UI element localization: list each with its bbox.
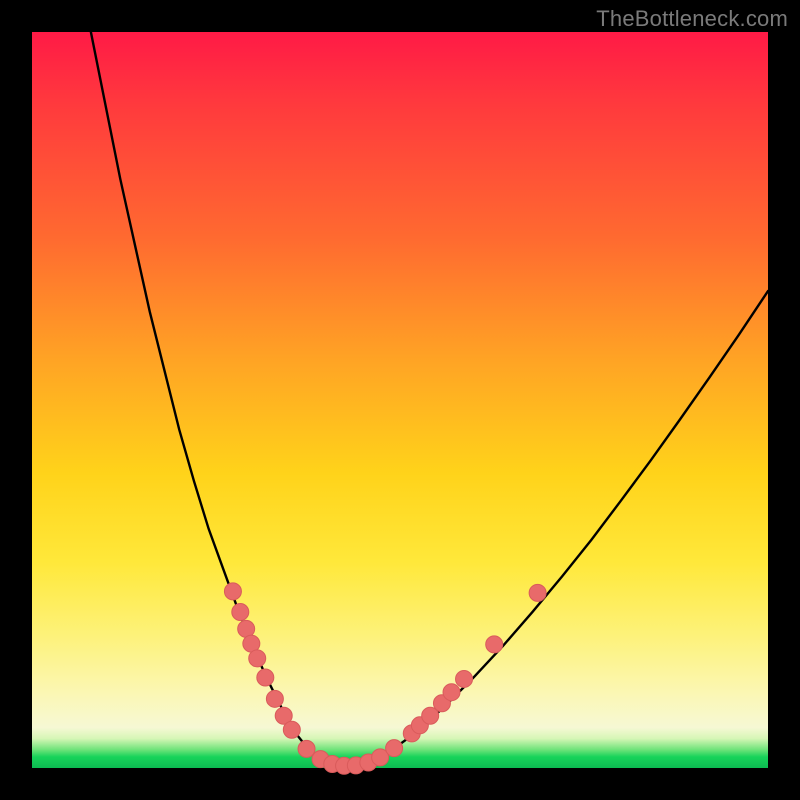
watermark-text: TheBottleneck.com — [596, 6, 788, 32]
data-marker — [224, 583, 241, 600]
data-marker — [486, 636, 503, 653]
data-marker — [266, 690, 283, 707]
data-marker — [529, 584, 546, 601]
data-marker — [298, 740, 315, 757]
curve-markers — [224, 583, 546, 774]
chart-frame: TheBottleneck.com — [0, 0, 800, 800]
curve-svg — [32, 32, 768, 768]
data-marker — [386, 740, 403, 757]
bottleneck-curve — [91, 32, 768, 766]
data-marker — [232, 603, 249, 620]
data-marker — [443, 684, 460, 701]
data-marker — [249, 650, 266, 667]
data-marker — [283, 721, 300, 738]
plot-area — [32, 32, 768, 768]
data-marker — [456, 670, 473, 687]
data-marker — [257, 669, 274, 686]
